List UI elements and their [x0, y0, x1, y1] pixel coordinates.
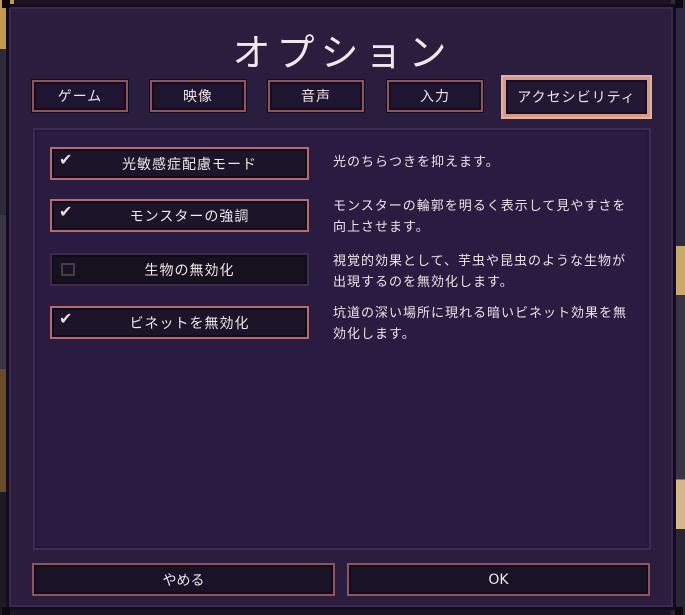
option-label: 生物の無効化: [144, 262, 235, 279]
panel-corner: [2, 607, 10, 615]
option-disable-vignette-toggle[interactable]: ✔ ビネットを無効化: [50, 306, 309, 339]
checkmark-icon: ✔: [59, 202, 73, 221]
checkmark-icon: ✔: [59, 150, 73, 169]
ok-button[interactable]: OK: [347, 563, 650, 596]
option-description: モンスターの輪郭を明るく表示して見やすさを向上させます。: [333, 199, 627, 235]
tab-video[interactable]: 映像: [150, 80, 246, 112]
page-title: オプション: [232, 31, 453, 75]
tab-audio[interactable]: 音声: [268, 80, 364, 112]
panel-corner: [2, 0, 10, 8]
empty-checkbox-icon: [61, 263, 75, 276]
option-label: モンスターの強調: [129, 208, 250, 225]
option-label: 光敏感症配慮モード: [122, 156, 257, 173]
cancel-button[interactable]: やめる: [32, 563, 335, 596]
tab-game[interactable]: ゲーム: [32, 80, 128, 112]
option-description: 光のちらつきを抑えます。: [333, 155, 500, 170]
panel-corner: [675, 0, 683, 8]
option-monster-highlight-toggle[interactable]: ✔ モンスターの強調: [50, 199, 309, 232]
option-label: ビネットを無効化: [129, 315, 250, 332]
tab-accessibility[interactable]: アクセシビリティ: [503, 77, 650, 117]
panel-corner: [675, 607, 683, 615]
option-description: 坑道の深い場所に現れる暗いビネット効果を無効化します。: [333, 306, 628, 342]
option-photosensitivity-toggle[interactable]: ✔ 光敏感症配慮モード: [50, 147, 309, 180]
option-disable-creatures-toggle[interactable]: 生物の無効化: [50, 253, 309, 286]
tab-input[interactable]: 入力: [387, 80, 483, 112]
option-description: 視覚的効果として、芋虫や昆虫のような生物が出現するのを無効化します。: [333, 254, 626, 290]
checkmark-icon: ✔: [59, 309, 73, 328]
